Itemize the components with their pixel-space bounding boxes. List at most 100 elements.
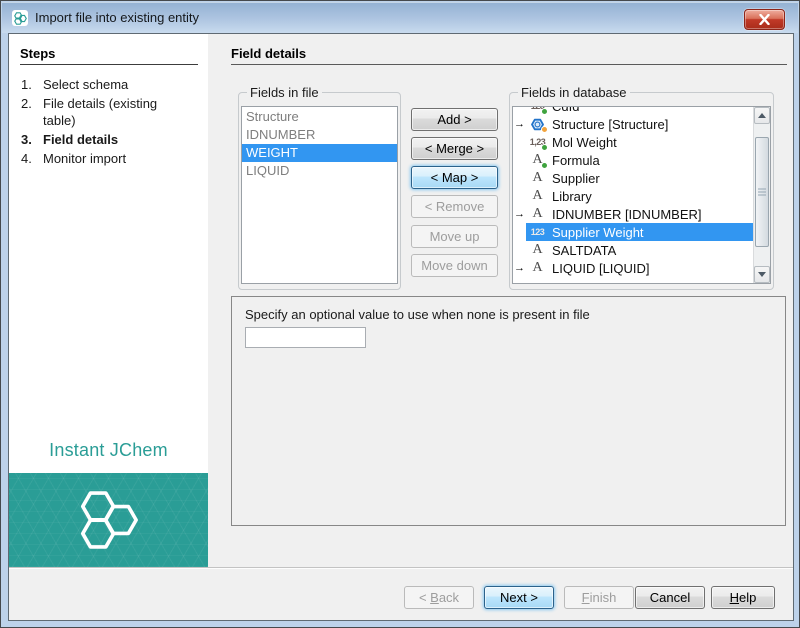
db-field-label: Library (552, 189, 592, 204)
steps-sidebar: Steps 1.Select schema2.File details (exi… (9, 34, 208, 567)
db-field-label: LIQUID [LIQUID] (552, 261, 650, 276)
db-field-body: 123 CdId (526, 107, 753, 115)
button-bar: < Back Next > FinishCancel Help (9, 569, 793, 620)
db-field-idnumber-idnumber[interactable]: →AIDNUMBER [IDNUMBER] (513, 205, 753, 223)
close-icon (758, 14, 771, 25)
fields-in-file-label: Fields in file (247, 85, 322, 100)
text-field-icon: A (527, 261, 548, 276)
next-button[interactable]: Next > (484, 586, 554, 609)
file-field-weight[interactable]: WEIGHT (242, 144, 397, 162)
help-button[interactable]: Help (711, 586, 775, 609)
steps-heading: Steps (20, 46, 55, 61)
text-field-icon: A (527, 243, 548, 258)
page-title: Field details (231, 46, 306, 61)
step-label: File details (existing table) (43, 95, 173, 129)
window-title: Import file into existing entity (35, 2, 199, 33)
green-badge-icon (541, 162, 548, 169)
db-field-label: Structure [Structure] (552, 117, 668, 132)
db-field-body: 1,23 Mol Weight (526, 133, 753, 151)
import-wizard-dialog: Import file into existing entity Steps 1… (0, 0, 800, 628)
db-field-supplier[interactable]: A Supplier (513, 169, 753, 187)
db-field-label: CdId (552, 107, 579, 114)
step-number: 1. (21, 76, 43, 93)
db-field-label: SALTDATA (552, 243, 616, 258)
page-title-rule (231, 64, 787, 65)
step-number: 2. (21, 95, 43, 129)
fields-in-file-list[interactable]: StructureIDNUMBERWEIGHTLIQUID (241, 106, 398, 284)
db-field-body: Structure [Structure] (526, 115, 753, 133)
back-button[interactable]: < Back (404, 586, 474, 609)
green-badge-icon (541, 144, 548, 151)
brand-logo-panel (9, 473, 208, 567)
move-down-button[interactable]: Move down (411, 254, 498, 277)
scrollbar-thumb[interactable] (755, 137, 769, 247)
scroll-down-icon (758, 272, 766, 277)
orange-badge-icon (541, 126, 548, 133)
dialog-content: Steps 1.Select schema2.File details (exi… (8, 33, 794, 621)
text-field-icon: A (527, 171, 548, 186)
db-field-body: A IDNUMBER [IDNUMBER] (526, 205, 753, 223)
fields-in-database-group: Fields in database 123CdId→Structure [St… (509, 92, 774, 290)
db-field-supplier-weight[interactable]: 123Supplier Weight (513, 223, 753, 241)
fields-in-database-label: Fields in database (518, 85, 630, 100)
step-label: Select schema (43, 76, 173, 93)
db-field-formula[interactable]: AFormula (513, 151, 753, 169)
steps-heading-rule (20, 64, 198, 65)
db-field-label: IDNUMBER [IDNUMBER] (552, 207, 702, 222)
db-field-saltdata[interactable]: A SALTDATA (513, 241, 753, 259)
cancel-button[interactable]: Cancel (635, 586, 705, 609)
mapped-arrow-icon: → (513, 115, 526, 133)
merge-button[interactable]: < Merge > (411, 137, 498, 160)
hexagons-logo (71, 486, 147, 554)
step-item-select-schema: 1.Select schema (21, 76, 197, 93)
file-field-structure[interactable]: Structure (242, 108, 397, 126)
db-field-label: Formula (552, 153, 600, 168)
database-list-viewport: 123 CdId → Structure [Structure] 1,23 Mol Wei… (513, 107, 753, 283)
map-button[interactable]: < Map > (411, 166, 498, 189)
file-field-idnumber[interactable]: IDNUMBER (242, 126, 397, 144)
file-field-liquid[interactable]: LIQUID (242, 162, 397, 180)
decimal-field-icon: 1,23 (527, 135, 548, 150)
finish-button[interactable]: Finish (564, 586, 634, 609)
db-field-mol-weight[interactable]: 1,23 Mol Weight (513, 133, 753, 151)
numeric-field-icon: 123 (527, 107, 548, 114)
move-up-button[interactable]: Move up (411, 225, 498, 248)
green-badge-icon (541, 108, 548, 115)
vertical-scrollbar[interactable] (753, 107, 770, 283)
step-item-monitor-import: 4.Monitor import (21, 150, 197, 167)
product-name: Instant JChem (9, 440, 208, 461)
optional-value-label: Specify an optional value to use when no… (245, 307, 590, 322)
text-field-icon: A (527, 207, 548, 222)
text-field-icon: A (527, 189, 548, 204)
app-icon (12, 10, 28, 26)
optional-value-input[interactable] (245, 327, 366, 348)
hexagons-logo-icon (13, 11, 28, 26)
db-field-liquid-liquid[interactable]: →A LIQUID [LIQUID] (513, 259, 753, 277)
step-label: Field details (43, 131, 173, 148)
optional-value-panel: Specify an optional value to use when no… (231, 296, 786, 526)
step-item-file-details-existing-table: 2.File details (existing table) (21, 95, 197, 129)
scroll-up-icon (758, 113, 766, 118)
db-field-cdid[interactable]: 123 CdId (513, 107, 753, 115)
add-button[interactable]: Add > (411, 108, 498, 131)
fields-in-database-list[interactable]: 123 CdId → Structure [Structure] 1,23 Mol Wei… (512, 106, 771, 284)
db-field-label: Supplier (552, 171, 600, 186)
steps-list: 1.Select schema2.File details (existing … (21, 76, 197, 169)
mapped-arrow-icon: → (513, 259, 526, 277)
db-field-label: Mol Weight (552, 135, 617, 150)
close-button[interactable] (744, 9, 785, 30)
db-field-library[interactable]: A Library (513, 187, 753, 205)
scroll-up-button[interactable] (754, 107, 770, 124)
remove-button[interactable]: < Remove (411, 195, 498, 218)
db-field-structure-structure[interactable]: → Structure [Structure] (513, 115, 753, 133)
db-field-body: A SALTDATA (526, 241, 753, 259)
db-field-body: 123Supplier Weight (526, 223, 753, 241)
step-number: 4. (21, 150, 43, 167)
structure-field-icon (527, 117, 548, 132)
step-item-field-details: 3.Field details (21, 131, 197, 148)
db-field-label: Supplier Weight (552, 225, 644, 240)
db-field-body: AFormula (526, 151, 753, 169)
db-field-body: A Supplier (526, 169, 753, 187)
scroll-down-button[interactable] (754, 266, 770, 283)
step-number: 3. (21, 131, 43, 148)
